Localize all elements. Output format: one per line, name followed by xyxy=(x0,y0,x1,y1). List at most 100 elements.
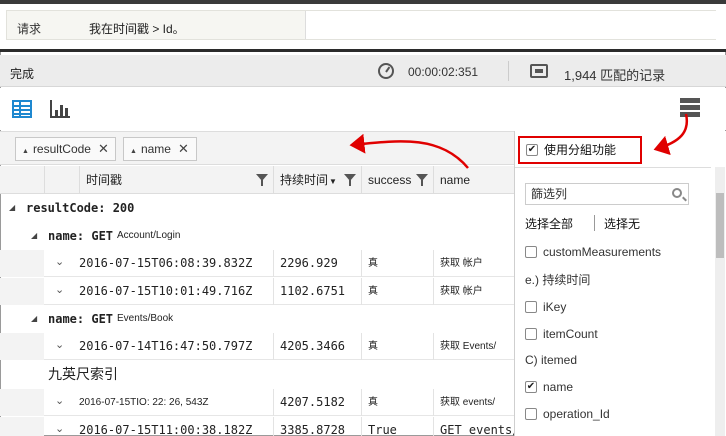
cell-success: True xyxy=(361,417,433,436)
group-row-resultcode[interactable]: ◢ resultCode: 200 xyxy=(0,195,514,221)
chevron-down-icon[interactable]: ⌄ xyxy=(55,394,64,407)
elapsed-time: 00:00:02:351 xyxy=(408,65,479,79)
query-text[interactable]: 我在时间戳 > Id。 xyxy=(89,20,185,37)
col-header-duration[interactable]: 持续时间▼ xyxy=(273,166,361,194)
col-expander xyxy=(44,166,79,194)
group-chip-name[interactable]: ▲ name ✕ xyxy=(123,137,197,161)
select-divider xyxy=(594,215,595,231)
select-none-link[interactable]: 选择无 xyxy=(604,215,640,232)
chevron-down-icon[interactable]: ⌄ xyxy=(55,255,64,268)
record-count: 1,944 匹配的记录 xyxy=(564,68,666,83)
chart-bar xyxy=(55,110,58,116)
chart-bar xyxy=(60,105,63,116)
search-icon[interactable] xyxy=(672,188,682,198)
cell-duration: 2296.929 xyxy=(273,250,361,277)
chevron-down-icon[interactable]: ⌄ xyxy=(55,422,64,435)
column-item-label: customMeasurements xyxy=(543,245,662,259)
col-header-label: 时间戳 xyxy=(86,173,123,187)
column-item-itemcount[interactable]: itemCount xyxy=(525,327,598,341)
collapse-icon[interactable]: ◢ xyxy=(31,223,37,249)
group-key: name: GET xyxy=(48,312,114,326)
sort-up-icon: ▲ xyxy=(130,148,137,155)
cell-name: GET events/ xyxy=(433,417,514,436)
checkbox-icon[interactable] xyxy=(525,327,537,340)
table-row[interactable]: ⌄ 2016-07-15T10:01:49.716Z 1102.6751 真 获… xyxy=(0,278,514,305)
collapse-icon[interactable]: ◢ xyxy=(9,195,15,221)
close-icon[interactable]: ✕ xyxy=(98,141,109,156)
column-filter-input[interactable]: 篩选列 xyxy=(525,183,689,205)
group-row-events-book[interactable]: ◢ name: GET Events/Book xyxy=(0,306,514,332)
cell-timestamp: 2016-07-15T10:01:49.716Z xyxy=(79,284,253,298)
group-label: 九英尺索引 xyxy=(48,366,118,382)
col-header-timestamp[interactable]: 时间戳 xyxy=(79,166,273,194)
sort-up-icon: ▲ xyxy=(22,148,29,155)
group-row-account-login[interactable]: ◢ name: GET Account/Login xyxy=(0,223,514,249)
row-indent xyxy=(0,250,44,277)
row-indent xyxy=(0,278,44,305)
table-row[interactable]: ⌄ 2016-07-14T16:47:50.797Z 4205.3466 真 获… xyxy=(0,333,514,360)
column-item-name[interactable]: ✔ name xyxy=(525,380,573,394)
col-header-success[interactable]: success xyxy=(361,166,433,194)
cell-name: 获取 Events/ xyxy=(433,333,514,360)
select-all-link[interactable]: 选择全部 xyxy=(525,215,573,232)
column-item-custommeasurements[interactable]: customMeasurements xyxy=(525,245,661,259)
columns-icon[interactable] xyxy=(680,98,700,118)
query-line-label: 请求 xyxy=(17,22,42,36)
group-toggle[interactable]: ✔ 使用分組功能 xyxy=(518,136,642,164)
cell-success: 真 xyxy=(361,333,433,360)
checkbox-icon[interactable] xyxy=(525,300,537,313)
panel-divider xyxy=(515,167,711,168)
timer-icon xyxy=(378,63,394,79)
cell-timestamp: 2016-07-15T11:00:38.182Z xyxy=(79,423,253,436)
col-header-label: name xyxy=(440,173,471,187)
results-grid: ◢ resultCode: 200 ◢ name: GET Account/Lo… xyxy=(0,195,514,436)
col-spacer xyxy=(0,166,44,194)
cell-timestamp: 2016-07-15TIO: 22: 26, 543Z xyxy=(79,397,209,408)
table-view-icon[interactable] xyxy=(12,100,32,118)
table-row[interactable]: ⌄ 2016-07-15TIO: 22: 26, 543Z 4207.5182 … xyxy=(0,389,514,416)
chart-view-icon[interactable] xyxy=(50,100,70,118)
query-top-border xyxy=(0,0,726,4)
column-chooser-panel: ✔ 使用分組功能 篩选列 选择全部 选择无 customMeasurements … xyxy=(514,131,726,436)
group-label: resultCode: 200 xyxy=(26,201,135,215)
row-indent xyxy=(0,389,44,416)
query-line[interactable]: 请求 我在时间戳 > Id。 xyxy=(6,10,717,40)
chevron-down-icon[interactable]: ⌄ xyxy=(55,283,64,296)
filter-icon[interactable] xyxy=(344,174,356,186)
filter-icon[interactable] xyxy=(416,174,428,186)
group-value: Account/Login xyxy=(117,230,181,241)
table-row[interactable]: ⌄ 2016-07-15T06:08:39.832Z 2296.929 真 获取… xyxy=(0,250,514,277)
row-indent xyxy=(0,417,44,436)
group-chip-label: resultCode xyxy=(32,142,91,156)
group-row-index[interactable]: 九英尺索引 xyxy=(0,361,514,387)
group-value: Events/Book xyxy=(117,313,174,324)
panel-scrollbar-thumb[interactable] xyxy=(716,193,724,258)
group-chip-label: name xyxy=(140,142,171,156)
chevron-down-icon[interactable]: ⌄ xyxy=(55,338,64,351)
status-divider xyxy=(508,61,509,81)
cell-success: 真 xyxy=(361,250,433,277)
query-input-area[interactable] xyxy=(305,11,717,39)
column-item-ikey[interactable]: iKey xyxy=(525,300,566,314)
column-section-label: C) itemed xyxy=(525,353,578,367)
grid-header: 时间戳 持续时间▼ success name xyxy=(0,166,514,194)
checkbox-checked-icon[interactable]: ✔ xyxy=(526,143,538,156)
checkbox-icon[interactable] xyxy=(525,245,537,258)
group-chip-resultcode[interactable]: ▲ resultCode ✕ xyxy=(15,137,116,161)
column-item-label: iKey xyxy=(543,300,567,314)
group-key: name: GET xyxy=(48,229,114,243)
close-icon[interactable]: ✕ xyxy=(178,141,189,156)
columns-icon-bar xyxy=(680,98,700,103)
collapse-icon[interactable]: ◢ xyxy=(31,306,37,332)
checkbox-icon[interactable] xyxy=(525,407,537,420)
table-row[interactable]: ⌄ 2016-07-15T11:00:38.182Z 3385.8728 Tru… xyxy=(0,417,514,436)
column-item-operation-id[interactable]: operation_Id xyxy=(525,407,610,421)
checkbox-checked-icon[interactable]: ✔ xyxy=(525,380,537,393)
status-bar: 完成 00:00:02:351 1,944 匹配的记录 xyxy=(0,55,726,87)
chart-bar xyxy=(65,108,68,116)
column-section-duration: e.) 持续时间 xyxy=(525,271,590,288)
col-header-name[interactable]: name xyxy=(433,166,514,194)
cell-timestamp: 2016-07-15T06:08:39.832Z xyxy=(79,256,253,270)
filter-icon[interactable] xyxy=(256,174,268,186)
column-filter-placeholder: 篩选列 xyxy=(531,187,568,201)
